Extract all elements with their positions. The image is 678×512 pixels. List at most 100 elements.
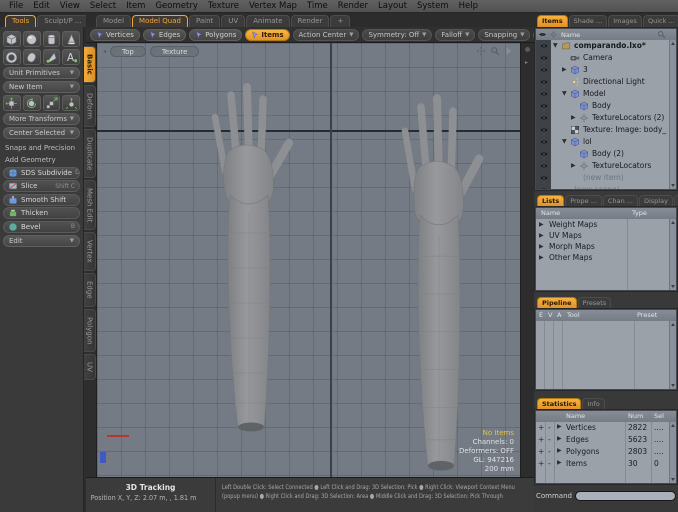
tree-item-new-item[interactable]: (new item) (551, 172, 669, 184)
expanded-arrow-icon[interactable]: ▼ (562, 90, 567, 97)
expand-plus-button[interactable]: + (538, 423, 544, 432)
mode-items-button[interactable]: Items (245, 29, 289, 41)
list-item-other-maps[interactable]: ▶Other Maps (536, 252, 669, 263)
splitter-arrow-icon[interactable]: ▸ (525, 59, 528, 66)
splitter-handle-icon[interactable] (525, 47, 530, 52)
menu-help[interactable]: Help (454, 1, 483, 11)
search-icon[interactable] (657, 30, 666, 39)
pan-icon[interactable] (476, 46, 486, 56)
menu-layout[interactable]: Layout (373, 1, 412, 11)
scale-tool-tool[interactable] (43, 95, 61, 111)
menu-system[interactable]: System (412, 1, 454, 11)
collapsed-arrow-icon[interactable]: ▶ (557, 435, 562, 442)
collapse-minus-button[interactable]: - (548, 435, 551, 444)
eye-visibility-toggle[interactable] (536, 64, 551, 76)
arrow-right-icon[interactable] (504, 46, 514, 56)
viewport-3d[interactable]: ◂ TopTexture No ItemsChannels: 0Deformer… (97, 43, 520, 477)
cone-tool[interactable] (62, 31, 80, 47)
eye-visibility-toggle[interactable] (536, 100, 551, 112)
cylinder-tool[interactable] (43, 31, 61, 47)
eye-visibility-toggle[interactable] (536, 124, 551, 136)
menu-select[interactable]: Select (85, 1, 121, 11)
eye-visibility-toggle[interactable] (536, 160, 551, 172)
tree-item-texturelocators[interactable]: ▶TextureLocators (551, 160, 669, 172)
side-tab-deform[interactable]: Deform (84, 85, 96, 127)
tree-item-comparando-lxo[interactable]: ▼comparando.lxo* (551, 40, 669, 52)
dropdown-center-selected[interactable]: Center Selected▼ (3, 127, 80, 139)
tool-thicken-button[interactable]: Thicken (3, 207, 80, 219)
menu-item[interactable]: Item (121, 1, 150, 11)
eye-visibility-toggle[interactable] (536, 88, 551, 100)
stat-row-vertices[interactable]: +-▶Vertices2822.... (536, 422, 669, 434)
eye-visibility-toggle[interactable] (536, 40, 551, 52)
tab-sculpt-p[interactable]: Sculpt/P ... (37, 15, 86, 27)
tool-smooth-shift-button[interactable]: Smooth Shift (3, 194, 80, 206)
list-item-uv-maps[interactable]: ▶UV Maps (536, 230, 669, 241)
tree-item-body[interactable]: Body (551, 100, 669, 112)
tree-item-new-scene[interactable]: (new scene) (551, 184, 669, 189)
collapsed-arrow-icon[interactable]: ▶ (557, 423, 562, 430)
tab-render[interactable]: Render (291, 15, 330, 27)
tree-item-camera[interactable]: Camera (551, 52, 669, 64)
menu-time[interactable]: Time (302, 1, 333, 11)
list-item-weight-maps[interactable]: ▶Weight Maps (536, 219, 669, 230)
dropdown-snapping[interactable]: Snapping▼ (478, 29, 530, 41)
cube-tool[interactable] (3, 31, 21, 47)
tree-item-body-2[interactable]: Body (2) (551, 148, 669, 160)
menu-vertex-map[interactable]: Vertex Map (244, 1, 302, 11)
capsule-tool[interactable] (23, 49, 41, 65)
section-add-geometry[interactable]: Add Geometry (3, 153, 80, 165)
dropdown-unit-primitives[interactable]: Unit Primitives▼ (3, 67, 80, 79)
collapsed-arrow-icon[interactable]: ▶ (571, 162, 576, 169)
pen-tool[interactable] (43, 49, 61, 65)
eye-visibility-toggle[interactable] (536, 52, 551, 64)
menu-view[interactable]: View (55, 1, 85, 11)
item-tree-scrollbar[interactable] (669, 40, 676, 189)
torus-tool[interactable] (3, 49, 21, 65)
menu-file[interactable]: File (4, 1, 28, 11)
tree-item-lol[interactable]: ▼lol (551, 136, 669, 148)
tab-paint[interactable]: Paint (189, 15, 220, 27)
sphere-tool[interactable] (23, 31, 41, 47)
tab-model[interactable]: Model (96, 15, 131, 27)
collapsed-arrow-icon[interactable]: ▶ (539, 232, 544, 239)
dropdown-more-transforms[interactable]: More Transforms▼ (3, 113, 80, 125)
view-tab-top[interactable]: Top (110, 46, 146, 57)
stat-row-edges[interactable]: +-▶Edges5623.... (536, 434, 669, 446)
element-move-tool[interactable] (62, 95, 80, 111)
side-tab-polygon[interactable]: Polygon (84, 309, 96, 353)
mode-polygons-button[interactable]: Polygons (189, 29, 242, 41)
side-tab-edge[interactable]: Edge (84, 273, 96, 307)
tab-images[interactable]: Images (608, 15, 642, 27)
side-tab-vertex[interactable]: Vertex (84, 232, 96, 271)
tool-bevel-button[interactable]: BevelB (3, 221, 80, 233)
tree-item-texturelocators-2[interactable]: ▶TextureLocators (2) (551, 112, 669, 124)
view-tabs-scroll-left-icon[interactable]: ◂ (103, 48, 106, 55)
statistics-scrollbar[interactable] (669, 422, 676, 483)
tab-quick[interactable]: Quick ... (643, 15, 678, 27)
collapsed-arrow-icon[interactable]: ▶ (539, 243, 544, 250)
tab-items[interactable]: Items (537, 15, 568, 27)
collapsed-arrow-icon[interactable]: ▶ (539, 254, 544, 261)
panel-splitter[interactable]: ▸ (520, 43, 534, 477)
pipeline-scrollbar[interactable] (669, 321, 676, 389)
tab-shade[interactable]: Shade ... (569, 15, 608, 27)
dropdown-action-center[interactable]: Action Center▼ (293, 29, 360, 41)
tab-item[interactable]: + (330, 15, 350, 27)
collapsed-arrow-icon[interactable]: ▶ (557, 459, 562, 466)
tree-item-texture-image-body[interactable]: Texture: Image: body_ ... (551, 124, 669, 136)
list-item-morph-maps[interactable]: ▶Morph Maps (536, 241, 669, 252)
collapse-minus-button[interactable]: - (548, 459, 551, 468)
expand-plus-button[interactable]: + (538, 459, 544, 468)
eye-visibility-toggle[interactable] (536, 184, 551, 189)
dropdown-falloff[interactable]: Falloff▼ (435, 29, 475, 41)
command-input[interactable] (575, 491, 676, 501)
tab-animate[interactable]: Animate (246, 15, 289, 27)
eye-visibility-toggle[interactable] (536, 112, 551, 124)
side-tab-basic[interactable]: Basic (84, 46, 96, 83)
menu-geometry[interactable]: Geometry (150, 1, 202, 11)
tree-item-directional-light[interactable]: Directional Light (551, 76, 669, 88)
eye-visibility-toggle[interactable] (536, 76, 551, 88)
dropdown-new-item[interactable]: New Item▼ (3, 81, 80, 93)
mode-vertices-button[interactable]: Vertices (90, 29, 140, 41)
